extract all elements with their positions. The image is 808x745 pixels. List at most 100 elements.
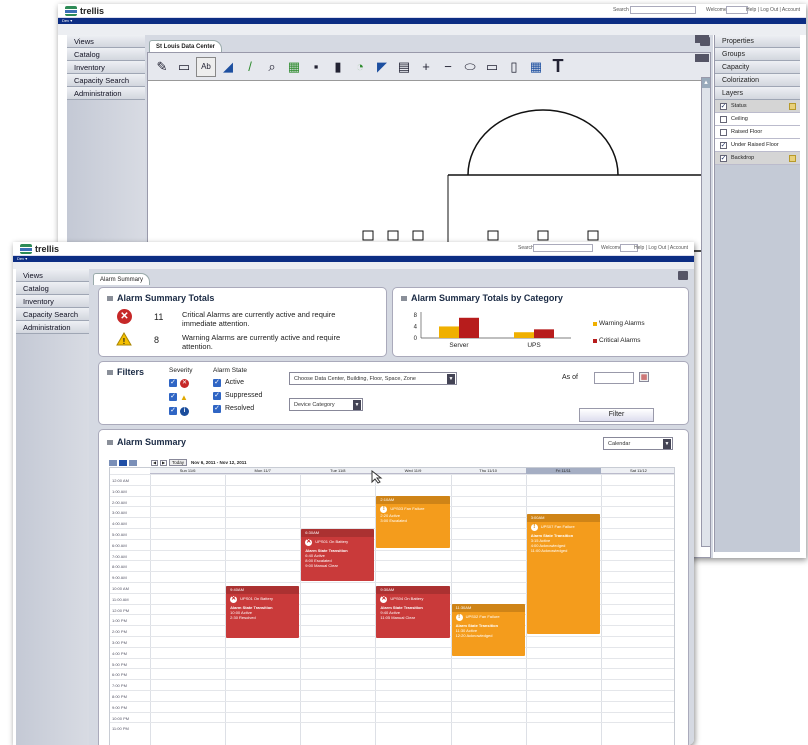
device-category-select[interactable]: Device Category ▼ [289, 398, 363, 411]
nav-item-views[interactable]: Views [67, 35, 145, 48]
zoom-out-icon[interactable]: − [438, 57, 458, 77]
text-icon[interactable]: T [548, 56, 568, 77]
nav-item-administration[interactable]: Administration [67, 87, 145, 100]
filter-button[interactable]: Filter [579, 408, 654, 422]
shape-icon[interactable]: ▪ [306, 57, 326, 77]
collapse-icon[interactable] [107, 369, 113, 375]
nav-item-administration[interactable]: Administration [16, 321, 89, 334]
panel-colorization[interactable]: Colorization [715, 74, 800, 87]
layer-row[interactable]: ✓ Status [715, 100, 800, 113]
prev-week-icon[interactable]: ◀ [151, 459, 158, 466]
layer-row[interactable]: ✓ Under Raised Floor [715, 139, 800, 152]
location-select[interactable]: Choose Data Center, Building, Floor, Spa… [289, 372, 457, 385]
layer-row[interactable]: Raised Floor [715, 126, 800, 139]
calendar-event[interactable]: 11:30AM! UPS02 Fan Failure Alarm State Tra… [451, 604, 525, 656]
area-icon[interactable]: ◢ [218, 57, 238, 77]
layer-row[interactable]: ✓ Backdrop [715, 152, 800, 165]
pattern-icon[interactable]: ▤ [394, 57, 414, 77]
nav-item-inventory[interactable]: Inventory [16, 295, 89, 308]
calendar-grid[interactable]: Sun 11/6 Mon 11/7 Tue 11/8 Wed 11/9 Thu 11/1… [109, 467, 675, 745]
panel-layers[interactable]: Layers [715, 87, 800, 100]
welcome-text: Welcome [601, 245, 622, 251]
next-week-icon[interactable]: ▶ [160, 459, 167, 466]
rectangle-icon[interactable]: ▭ [174, 57, 194, 77]
view-select[interactable]: Calendar ▼ [603, 437, 673, 450]
search-input[interactable] [630, 6, 696, 14]
nav-item-catalog[interactable]: Catalog [67, 48, 145, 61]
grid-icon[interactable]: ▦ [284, 57, 304, 77]
calendar-event[interactable]: 9:30AM ✕ UPS04 On Battery Alarm State Trans… [376, 586, 450, 638]
state-active-checkbox[interactable]: ✓ [213, 379, 221, 387]
layer-checkbox[interactable]: ✓ [720, 102, 727, 110]
layer-row[interactable]: Ceiling [715, 113, 800, 126]
event-line: 11:00 Acknowledged [530, 548, 568, 553]
panel-close-icon[interactable] [695, 35, 709, 43]
panel-capacity[interactable]: Capacity [715, 61, 800, 74]
line-icon[interactable]: / [240, 57, 260, 77]
calendar-event[interactable]: 6:30AM ✕ UPS01 On Battery Alarm State Trans… [301, 529, 375, 581]
header-links[interactable]: Help | Log Out | Account [746, 7, 800, 13]
tab-alarm-summary[interactable]: Alarm Summary [93, 273, 151, 285]
layer-checkbox[interactable]: ✓ [720, 141, 727, 149]
calendar-controls: ◀ ▶ Today Nov 6, 2011 - Nov 12, 2011 [109, 459, 247, 466]
tab-st-louis[interactable]: St Louis Data Center [149, 40, 223, 52]
door-icon[interactable]: ▯ [504, 57, 524, 77]
text-box-icon[interactable]: Ab [196, 56, 216, 77]
week-view-icon[interactable] [119, 459, 127, 466]
collapse-icon[interactable] [107, 295, 113, 301]
nav-item-inventory[interactable]: Inventory [67, 61, 145, 74]
wall-icon[interactable]: ▮ [328, 57, 348, 77]
header-links[interactable]: Help | Log Out | Account [634, 245, 688, 251]
ellipse-icon[interactable]: ⬭ [460, 57, 480, 77]
nav-item-capacity-search[interactable]: Capacity Search [67, 74, 145, 87]
scrollbar[interactable]: ▴ [701, 77, 711, 547]
critical-icon: ✕ [117, 309, 132, 324]
rotate-icon[interactable]: ◔ [350, 57, 370, 77]
panel-toggle-icon[interactable] [695, 54, 709, 62]
severity-options: ✓ ✕ ✓ ▲ ✓ i [169, 379, 189, 416]
close-icon[interactable] [678, 271, 688, 280]
legend-critical-label: Critical Alarms [599, 337, 641, 344]
panel-groups[interactable]: Groups [715, 48, 800, 61]
collapse-icon[interactable] [401, 295, 407, 301]
severity-critical-checkbox[interactable]: ✓ [169, 379, 177, 387]
event-time: 2:10AM [376, 496, 450, 504]
pen-icon[interactable]: ✎ [152, 57, 172, 77]
month-view-icon[interactable] [129, 459, 137, 466]
state-resolved-checkbox[interactable]: ✓ [213, 405, 221, 413]
calendar-event[interactable]: 3:00AM! UPS07 Fan Failure Alarm State Tran… [526, 514, 600, 634]
severity-warning-checkbox[interactable]: ✓ [169, 393, 177, 401]
as-of-date-input[interactable] [594, 372, 634, 384]
state-suppressed-checkbox[interactable]: ✓ [213, 392, 221, 400]
logo-text: trellis [35, 244, 60, 254]
calendar-event[interactable]: 2:10AM! UPS03 Fan Failure 2:20 Active 3:00 … [376, 496, 450, 548]
day-column-line [600, 474, 602, 745]
arrow-icon[interactable]: ◤ [372, 57, 392, 77]
panel-properties[interactable]: Properties [715, 35, 800, 48]
calendar-picker-icon[interactable]: ▦ [639, 372, 649, 382]
search-input[interactable] [533, 244, 593, 252]
y-tick-label: 8 [414, 313, 418, 319]
lock-icon[interactable] [789, 102, 796, 110]
y-tick-label: 0 [414, 336, 418, 342]
today-button[interactable]: Today [169, 459, 188, 466]
collapse-icon[interactable] [107, 439, 113, 445]
severity-info-checkbox[interactable]: ✓ [169, 407, 177, 415]
event-name: UPS07 Fan Failure [540, 524, 575, 529]
layer-checkbox[interactable] [720, 128, 727, 136]
zoom-in-icon[interactable]: + [416, 57, 436, 77]
lock-icon[interactable] [789, 154, 796, 162]
event-time: 3:00AM [526, 514, 600, 522]
zoom-icon[interactable]: ⌕ [262, 57, 282, 77]
nav-item-catalog[interactable]: Catalog [16, 282, 89, 295]
scroll-up-icon[interactable]: ▴ [702, 78, 710, 88]
layer-checkbox[interactable] [720, 115, 727, 123]
layer-checkbox[interactable]: ✓ [720, 154, 727, 162]
nav-item-views[interactable]: Views [16, 269, 89, 282]
warning-icon: ! [455, 614, 463, 621]
day-view-icon[interactable] [109, 459, 117, 466]
nav-item-capacity-search[interactable]: Capacity Search [16, 308, 89, 321]
window-icon[interactable]: ▦ [526, 57, 546, 77]
box-icon[interactable]: ▭ [482, 57, 502, 77]
calendar-event[interactable]: 9:40AM ✕ UPS01 On Battery Alarm State Trans… [226, 586, 300, 638]
